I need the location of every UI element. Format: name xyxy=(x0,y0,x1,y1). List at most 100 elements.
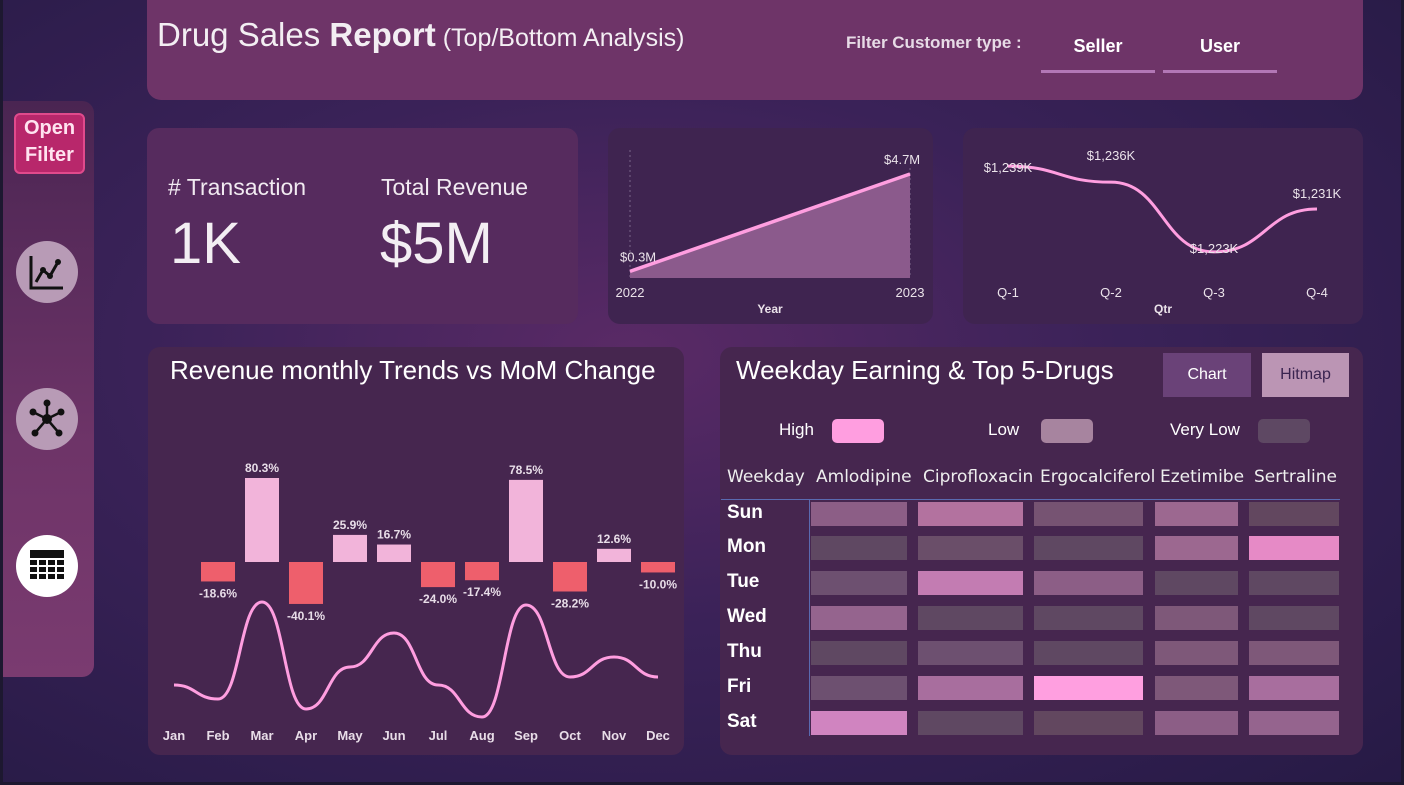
heatmap-cell-wed-ciprofloxacin xyxy=(918,606,1023,630)
qtr-axis-title: Qtr xyxy=(1154,302,1172,316)
calendar-grid-icon xyxy=(30,550,64,579)
heatmap-cell-tue-ezetimibe xyxy=(1155,571,1238,595)
month-tick-nov: Nov xyxy=(602,728,627,743)
network-icon xyxy=(29,399,65,437)
filter-seller-button[interactable]: Seller xyxy=(1041,30,1155,73)
mom-data-label-feb: -18.6% xyxy=(199,586,237,600)
heatmap-day-fri: Fri xyxy=(727,676,752,697)
qtr-line xyxy=(1007,164,1318,254)
mom-bar-mar xyxy=(245,478,279,562)
heatmap-cell-thu-sertraline xyxy=(1249,641,1339,665)
legend-very-low-swatch xyxy=(1258,419,1310,443)
chart-toggle-button[interactable]: Chart xyxy=(1163,353,1251,397)
heatmap-cell-mon-ciprofloxacin xyxy=(918,536,1023,560)
legend-high-label: High xyxy=(779,420,814,439)
heatmap-cell-sat-sertraline xyxy=(1249,711,1339,735)
heatmap-cell-wed-ergocalciferol xyxy=(1034,606,1143,630)
heatmap-cell-sat-ergocalciferol xyxy=(1034,711,1143,735)
mom-data-label-apr: -40.1% xyxy=(287,609,325,623)
heatmap-day-sat: Sat xyxy=(727,711,757,732)
nav-line-chart-button[interactable] xyxy=(16,241,78,303)
month-tick-sep: Sep xyxy=(514,728,538,743)
heatmap-cell-tue-ergocalciferol xyxy=(1034,571,1143,595)
heatmap-header-ergocalciferol: Ergocalciferol xyxy=(1040,467,1156,487)
filter-user-button[interactable]: User xyxy=(1163,30,1277,73)
year-axis-title: Year xyxy=(757,302,783,316)
title-sub: (Top/Bottom Analysis) xyxy=(435,24,685,52)
mom-data-label-may: 25.9% xyxy=(333,518,367,532)
heatmap-cell-mon-amlodipine xyxy=(811,536,907,560)
legend-low-label: Low xyxy=(988,420,1020,439)
heatmap-cell-wed-ezetimibe xyxy=(1155,606,1238,630)
heatmap-header-weekday: Weekday xyxy=(727,467,805,487)
year-area-chart: $0.3M $4.7M 2022 2023 Year xyxy=(616,150,924,316)
heatmap-cell-thu-ezetimibe xyxy=(1155,641,1238,665)
month-tick-jul: Jul xyxy=(429,728,448,743)
heatmap-cell-sun-ergocalciferol xyxy=(1034,502,1143,526)
mom-bar-dec xyxy=(641,562,675,573)
mom-bar-sep xyxy=(509,479,543,562)
mom-data-label-jul: -24.0% xyxy=(419,592,457,606)
heatmap-cell-sun-ezetimibe xyxy=(1155,502,1238,526)
open-filter-label: Open Filter xyxy=(23,117,76,166)
heatmap-day-wed: Wed xyxy=(727,606,767,627)
mom-data-label-dec: -10.0% xyxy=(639,577,677,591)
qtr-data-label-q2: $1,236K xyxy=(1087,148,1136,163)
revenue-label: Total Revenue xyxy=(381,174,529,200)
hitmap-toggle-button[interactable]: Hitmap xyxy=(1262,353,1349,397)
year-chart-card: $0.3M $4.7M 2022 2023 Year xyxy=(608,128,933,324)
mom-bar-may xyxy=(333,534,367,562)
transaction-value: 1K xyxy=(170,211,241,276)
nav-calendar-button[interactable] xyxy=(16,535,78,597)
open-filter-button[interactable]: Open Filter xyxy=(14,113,85,174)
month-tick-aug: Aug xyxy=(469,728,494,743)
heatmap-day-sun: Sun xyxy=(727,502,763,523)
qtr-tick-q3: Q-3 xyxy=(1203,285,1225,300)
revenue-trend-line xyxy=(173,600,659,719)
weekday-panel-title: Weekday Earning & Top 5-Drugs xyxy=(736,355,1114,385)
page-title: Drug Sales Report (Top/Bottom Analysis) xyxy=(157,16,684,54)
month-tick-may: May xyxy=(337,728,363,743)
mom-change-chart: Jan -18.6% Feb 80.3% Mar -40.1% Apr 25.9% May 16.… xyxy=(163,461,678,743)
mom-data-label-jun: 16.7% xyxy=(377,528,411,542)
qtr-chart-card: $1,239K $1,236K $1,223K $1,231K Q-1 Q-2 … xyxy=(963,128,1363,324)
month-tick-dec: Dec xyxy=(646,728,670,743)
mom-data-label-aug: -17.4% xyxy=(463,585,501,599)
heatmap-cell-fri-ciprofloxacin xyxy=(918,676,1023,700)
qtr-line-chart: $1,239K $1,236K $1,223K $1,231K Q-1 Q-2 … xyxy=(984,148,1342,316)
heatmap-cell-fri-sertraline xyxy=(1249,676,1339,700)
mom-data-label-nov: 12.6% xyxy=(597,532,631,546)
heatmap-day-tue: Tue xyxy=(727,571,760,592)
mom-data-label-mar: 80.3% xyxy=(245,461,279,475)
legend-very-low-label: Very Low xyxy=(1170,420,1240,439)
month-tick-apr: Apr xyxy=(295,728,317,743)
heatmap-cell-mon-sertraline xyxy=(1249,536,1339,560)
heatmap-cell-mon-ezetimibe xyxy=(1155,536,1238,560)
year-tick-2022: 2022 xyxy=(616,285,645,300)
mom-bar-jun xyxy=(377,544,411,562)
mom-bar-aug xyxy=(465,562,499,581)
year-data-label-2022: $0.3M xyxy=(620,249,656,264)
mom-bar-oct xyxy=(553,562,587,592)
heatmap-cell-tue-ciprofloxacin xyxy=(918,571,1023,595)
filter-customer-type-label: Filter Customer type : xyxy=(846,33,1022,52)
month-tick-jan: Jan xyxy=(163,728,185,743)
heatmap-cell-sat-ezetimibe xyxy=(1155,711,1238,735)
month-tick-mar: Mar xyxy=(250,728,273,743)
qtr-tick-q2: Q-2 xyxy=(1100,285,1122,300)
nav-network-button[interactable] xyxy=(16,388,78,450)
month-tick-jun: Jun xyxy=(382,728,405,743)
mom-bar-feb xyxy=(201,562,235,582)
heatmap-cell-wed-sertraline xyxy=(1249,606,1339,630)
heatmap-header-sertraline: Sertraline xyxy=(1254,467,1337,487)
heatmap-cell-sun-amlodipine xyxy=(811,502,907,526)
heatmap-cell-sun-ciprofloxacin xyxy=(918,502,1023,526)
heatmap-header-divider xyxy=(721,499,1340,500)
heatmap-cell-tue-sertraline xyxy=(1249,571,1339,595)
heatmap-cell-fri-amlodipine xyxy=(811,676,907,700)
qtr-data-label-q3: $1,223K xyxy=(1190,241,1239,256)
mom-bar-apr xyxy=(289,562,323,604)
qtr-tick-q1: Q-1 xyxy=(997,285,1019,300)
heatmap-header-ciprofloxacin: Ciprofloxacin xyxy=(923,467,1034,487)
year-data-label-2023: $4.7M xyxy=(884,152,920,167)
